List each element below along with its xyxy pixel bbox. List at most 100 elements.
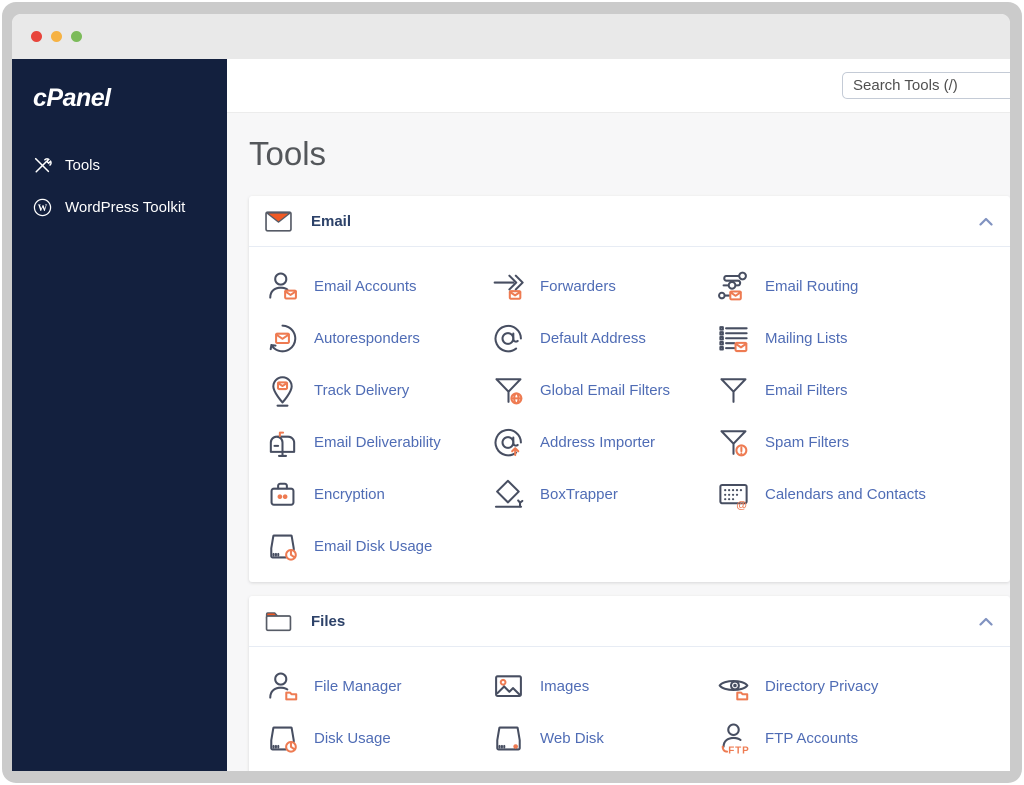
sidebar-item-tools[interactable]: Tools: [12, 144, 227, 186]
svg-text:@: @: [736, 499, 747, 511]
minimize-window-button[interactable]: [51, 31, 62, 42]
tool-item-label[interactable]: Forwarders: [540, 278, 616, 295]
tool-item-label[interactable]: Autoresponders: [314, 330, 420, 347]
tool-item-email-disk-usage[interactable]: Email Disk Usage: [264, 528, 490, 565]
tool-item-label[interactable]: FTP Accounts: [765, 730, 858, 747]
directory-privacy-icon: [715, 668, 752, 705]
tool-item-label[interactable]: Global Email Filters: [540, 382, 670, 399]
content-area: Tools Email Email Accounts Forwarders Em…: [227, 113, 1010, 771]
tool-item-calendars-and-contacts[interactable]: @ Calendars and Contacts: [715, 476, 995, 513]
wordpress-icon: W: [33, 198, 52, 217]
sidebar-nav: Tools W WordPress Toolkit: [12, 144, 227, 228]
tool-item-label[interactable]: Images: [540, 678, 589, 695]
tool-grid: File Manager Images Directory Privacy Di…: [249, 647, 1010, 771]
tool-item-label[interactable]: Web Disk: [540, 730, 604, 747]
tool-item-track-delivery[interactable]: Track Delivery: [264, 372, 490, 409]
tool-item-spam-filters[interactable]: Spam Filters: [715, 424, 995, 461]
email-section-icon: [265, 210, 292, 232]
tool-item-web-disk[interactable]: Web Disk: [490, 720, 715, 757]
tool-item-label[interactable]: Email Deliverability: [314, 434, 441, 451]
maximize-window-button[interactable]: [71, 31, 82, 42]
track-delivery-icon: [264, 372, 301, 409]
tool-item-label[interactable]: Spam Filters: [765, 434, 849, 451]
section-header[interactable]: Email: [249, 196, 1010, 247]
tool-item-email-accounts[interactable]: Email Accounts: [264, 268, 490, 305]
tool-item-directory-privacy[interactable]: Directory Privacy: [715, 668, 995, 705]
tool-item-label[interactable]: Encryption: [314, 486, 385, 503]
tool-item-label[interactable]: Email Disk Usage: [314, 538, 432, 555]
tool-item-forwarders[interactable]: Forwarders: [490, 268, 715, 305]
chevron-up-icon[interactable]: [979, 217, 993, 226]
main-area: Tools Email Email Accounts Forwarders Em…: [227, 59, 1010, 771]
window-frame: cPanel Tools W WordPress Toolkit Tools E…: [2, 2, 1022, 783]
tool-item-label[interactable]: BoxTrapper: [540, 486, 618, 503]
mailing-lists-icon: [715, 320, 752, 357]
autoresponders-icon: [264, 320, 301, 357]
tool-item-default-address[interactable]: Default Address: [490, 320, 715, 357]
svg-text:W: W: [38, 203, 48, 213]
search-tools-input[interactable]: [842, 72, 1010, 99]
global-email-filters-icon: [490, 372, 527, 409]
boxtrapper-icon: [490, 476, 527, 513]
files-section-icon: [265, 611, 292, 632]
tool-item-global-email-filters[interactable]: Global Email Filters: [490, 372, 715, 409]
cpanel-logo: cPanel: [33, 84, 111, 112]
tool-item-label[interactable]: Email Accounts: [314, 278, 417, 295]
images-icon: [490, 668, 527, 705]
section-title: Email: [311, 212, 352, 230]
file-manager-icon: [264, 668, 301, 705]
tool-item-email-deliverability[interactable]: Email Deliverability: [264, 424, 490, 461]
sections-list: Email Email Accounts Forwarders Email Ro…: [249, 196, 1010, 771]
email-routing-icon: [715, 268, 752, 305]
chevron-up-icon[interactable]: [979, 617, 993, 626]
tool-item-ftp-accounts[interactable]: FTP FTP Accounts: [715, 720, 995, 757]
svg-text:FTP: FTP: [728, 745, 749, 756]
section-header[interactable]: Files: [249, 596, 1010, 647]
spam-filters-icon: [715, 424, 752, 461]
sidebar-item-label: WordPress Toolkit: [65, 198, 186, 216]
email-disk-usage-icon: [264, 528, 301, 565]
web-disk-icon: [490, 720, 527, 757]
tool-item-address-importer[interactable]: Address Importer: [490, 424, 715, 461]
tool-grid: Email Accounts Forwarders Email Routing …: [249, 247, 1010, 582]
sidebar-item-wordpress-toolkit[interactable]: W WordPress Toolkit: [12, 186, 227, 228]
address-importer-icon: [490, 424, 527, 461]
tool-item-email-filters[interactable]: Email Filters: [715, 372, 995, 409]
forwarders-icon: [490, 268, 527, 305]
tool-item-label[interactable]: File Manager: [314, 678, 402, 695]
close-window-button[interactable]: [31, 31, 42, 42]
tool-item-images[interactable]: Images: [490, 668, 715, 705]
email-accounts-icon: [264, 268, 301, 305]
tool-item-autoresponders[interactable]: Autoresponders: [264, 320, 490, 357]
tool-item-label[interactable]: Calendars and Contacts: [765, 486, 926, 503]
tool-item-file-manager[interactable]: File Manager: [264, 668, 490, 705]
tool-item-label[interactable]: Directory Privacy: [765, 678, 878, 695]
default-address-icon: [490, 320, 527, 357]
tool-item-label[interactable]: Address Importer: [540, 434, 655, 451]
tool-item-encryption[interactable]: Encryption: [264, 476, 490, 513]
tool-item-mailing-lists[interactable]: Mailing Lists: [715, 320, 995, 357]
encryption-icon: [264, 476, 301, 513]
section-card-email: Email Email Accounts Forwarders Email Ro…: [249, 196, 1010, 582]
tool-item-email-routing[interactable]: Email Routing: [715, 268, 995, 305]
tool-item-label[interactable]: Email Filters: [765, 382, 848, 399]
page-title: Tools: [249, 135, 327, 172]
email-filters-icon: [715, 372, 752, 409]
tool-item-label[interactable]: Track Delivery: [314, 382, 409, 399]
tool-item-label[interactable]: Email Routing: [765, 278, 858, 295]
sidebar: cPanel Tools W WordPress Toolkit: [12, 59, 227, 771]
calendars-and-contacts-icon: @: [715, 476, 752, 513]
tool-item-disk-usage[interactable]: Disk Usage: [264, 720, 490, 757]
tool-item-boxtrapper[interactable]: BoxTrapper: [490, 476, 715, 513]
email-deliverability-icon: [264, 424, 301, 461]
disk-usage-icon: [264, 720, 301, 757]
app-window: cPanel Tools W WordPress Toolkit Tools E…: [12, 14, 1010, 771]
topbar: [227, 59, 1010, 113]
section-card-files: Files File Manager Images Directory Priv…: [249, 596, 1010, 771]
tool-item-label[interactable]: Default Address: [540, 330, 646, 347]
ftp-accounts-icon: FTP: [715, 720, 752, 757]
section-title: Files: [311, 612, 346, 630]
tool-item-label[interactable]: Mailing Lists: [765, 330, 848, 347]
tool-item-label[interactable]: Disk Usage: [314, 730, 391, 747]
tools-icon: [33, 156, 52, 175]
